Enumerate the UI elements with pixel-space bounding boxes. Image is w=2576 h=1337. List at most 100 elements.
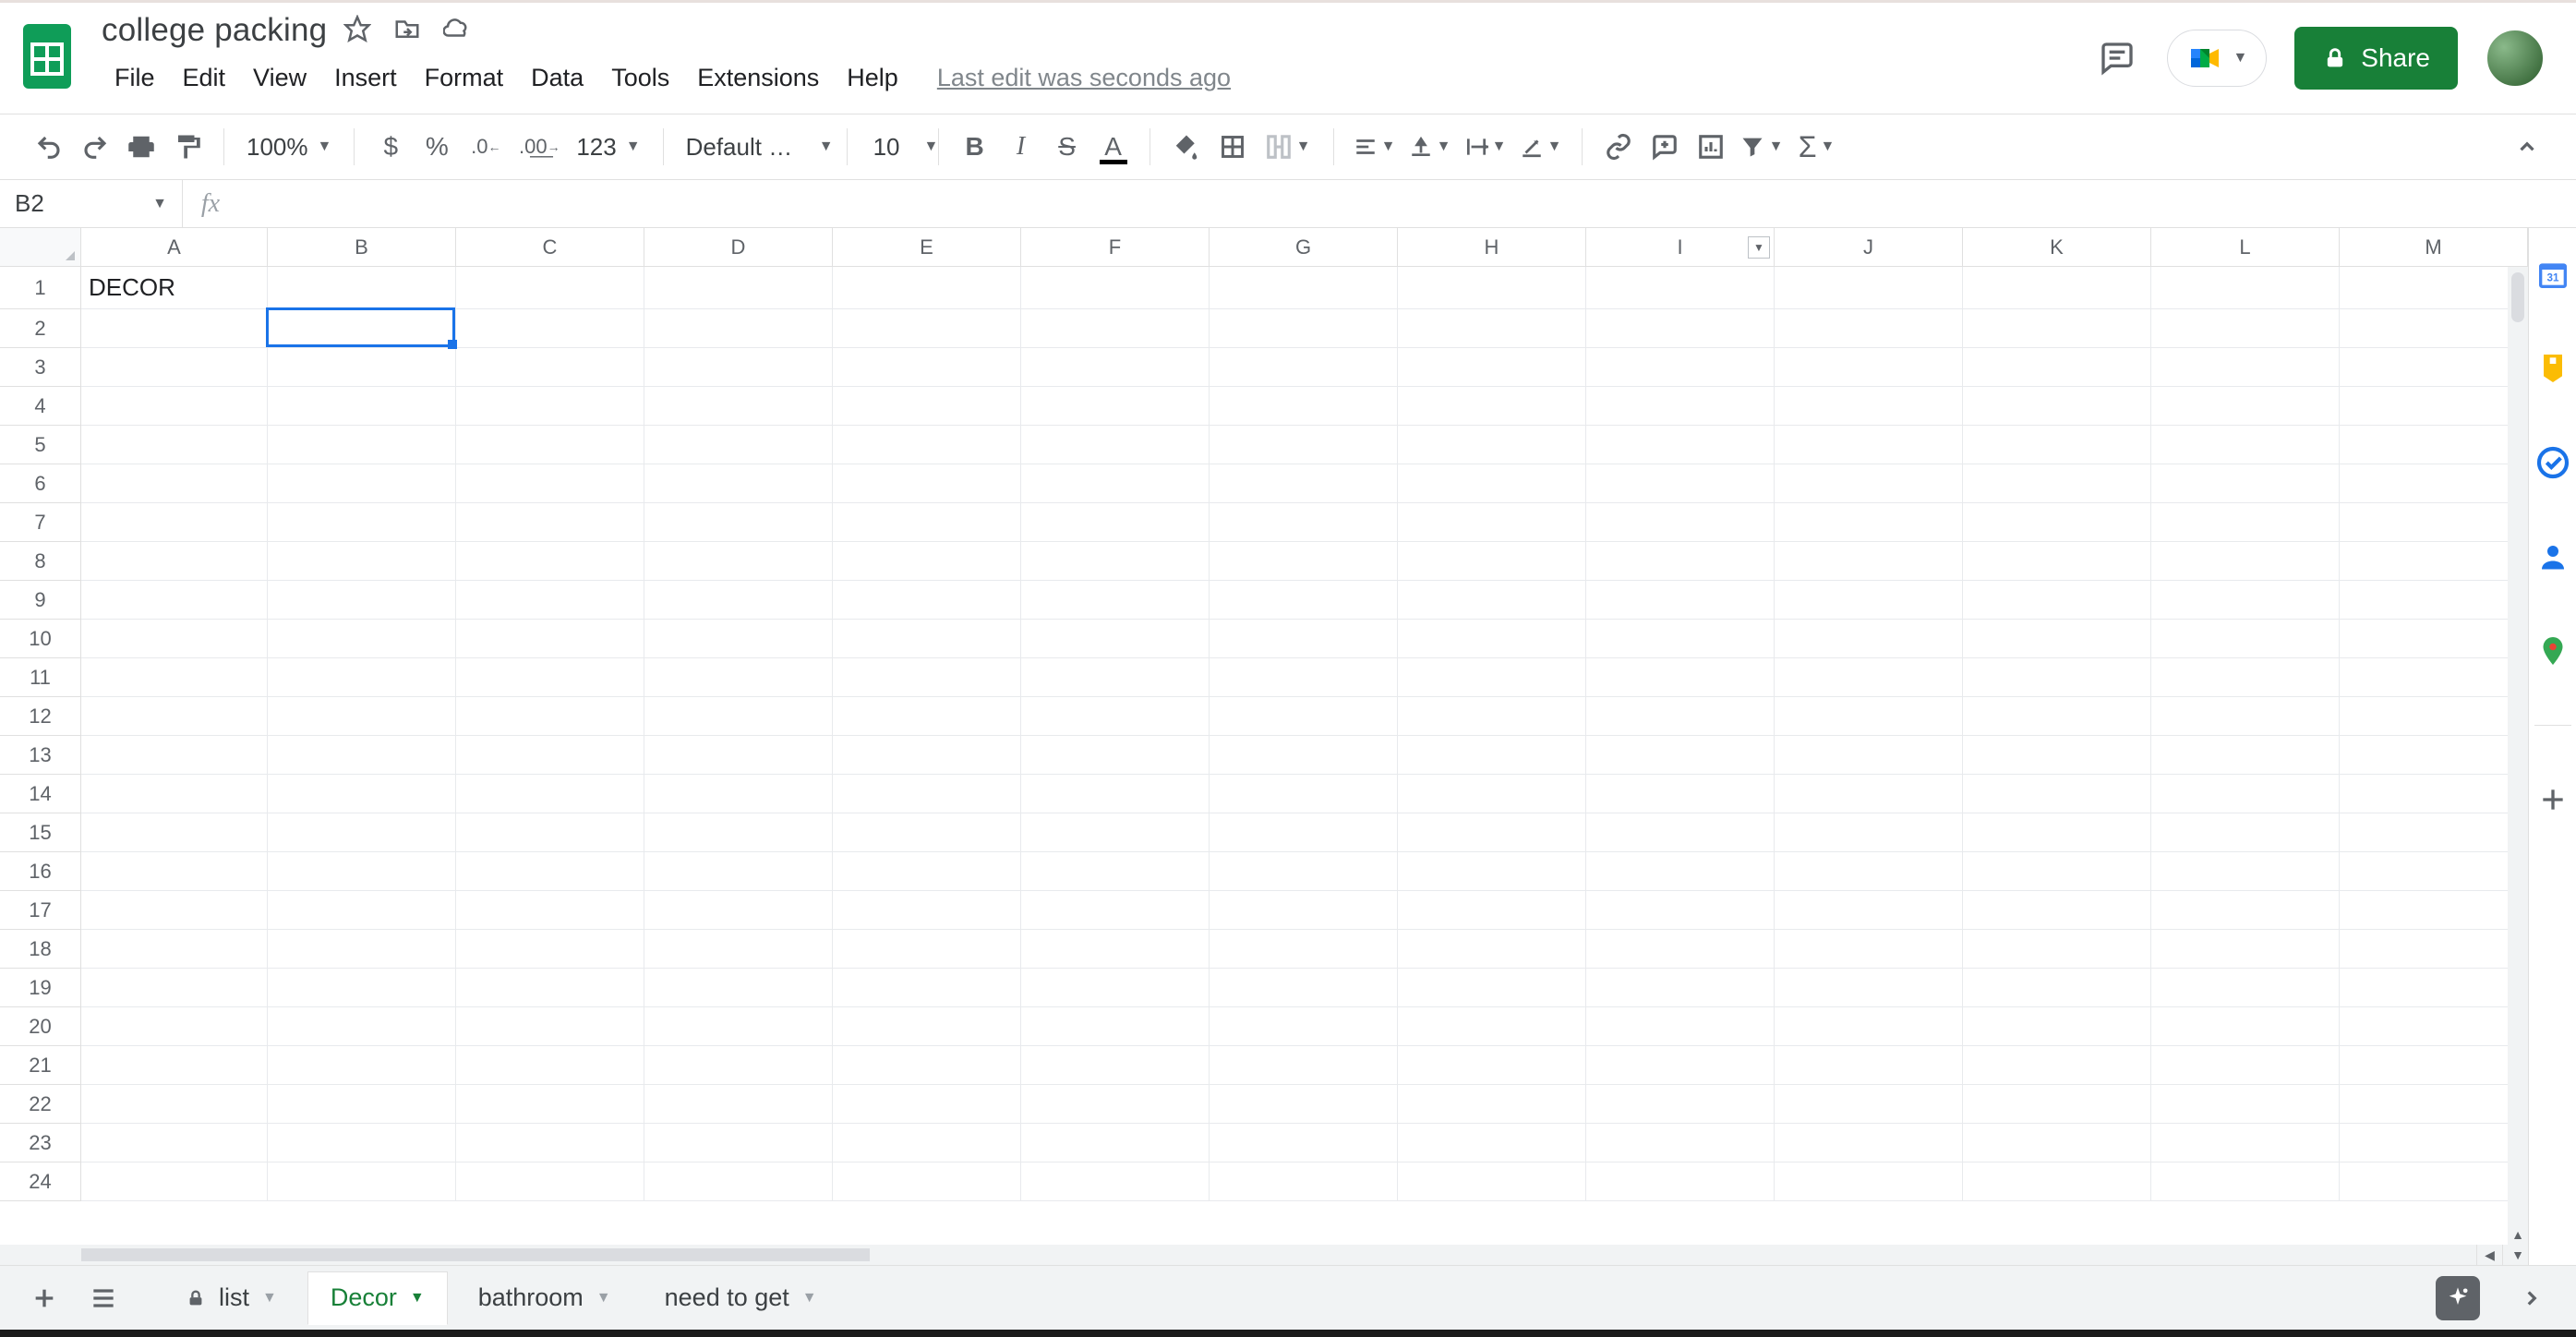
cell[interactable] [1210,852,1398,891]
cell[interactable] [456,852,644,891]
cell[interactable] [1775,620,1963,658]
cell[interactable] [1586,503,1775,542]
cell[interactable] [1963,969,2151,1007]
cell[interactable] [1021,387,1210,426]
cell[interactable] [1586,1162,1775,1201]
cell[interactable] [1398,1046,1586,1085]
cell[interactable] [1021,426,1210,464]
cell[interactable] [833,1007,1021,1046]
cell[interactable] [1021,1085,1210,1124]
cell[interactable] [1021,309,1210,348]
cell[interactable] [456,503,644,542]
cell[interactable] [268,581,456,620]
cell[interactable] [1586,1124,1775,1162]
cell[interactable] [833,503,1021,542]
row-header[interactable]: 1 [0,267,81,309]
cell[interactable] [1021,775,1210,813]
cell[interactable] [1021,658,1210,697]
column-header[interactable]: F [1021,228,1210,266]
cell[interactable] [1586,697,1775,736]
cell[interactable] [81,348,268,387]
text-color-button[interactable]: A [1090,124,1137,170]
cell[interactable] [2340,542,2528,581]
format-currency-button[interactable]: $ [367,124,414,170]
menu-tools[interactable]: Tools [598,58,682,98]
cell[interactable] [456,267,644,309]
cell[interactable] [1398,620,1586,658]
cell[interactable] [268,1046,456,1085]
row-header[interactable]: 9 [0,581,81,620]
cell[interactable] [268,775,456,813]
cell[interactable] [2340,1046,2528,1085]
cell[interactable] [1398,658,1586,697]
column-header[interactable]: M [2340,228,2528,266]
move-icon[interactable] [393,15,421,47]
cell[interactable] [268,309,456,348]
cell[interactable] [1210,969,1398,1007]
cell[interactable] [1775,464,1963,503]
cell[interactable] [1210,464,1398,503]
row-header[interactable]: 11 [0,658,81,697]
strikethrough-button[interactable]: S [1044,124,1090,170]
cell[interactable] [833,348,1021,387]
cell[interactable] [1210,1085,1398,1124]
cell[interactable] [1021,1124,1210,1162]
cell[interactable] [1963,891,2151,930]
column-dropdown-icon[interactable]: ▼ [1748,236,1770,259]
cell[interactable] [644,1046,833,1085]
cell[interactable] [1210,1007,1398,1046]
cell[interactable] [1963,503,2151,542]
row-header[interactable]: 15 [0,813,81,852]
cell[interactable] [833,426,1021,464]
cell[interactable] [81,813,268,852]
cell[interactable] [1210,891,1398,930]
cell[interactable] [2151,1085,2340,1124]
sheet-tab-bathroom[interactable]: bathroom ▼ [455,1271,634,1325]
cell[interactable] [1398,1124,1586,1162]
cell[interactable] [1021,348,1210,387]
row-header[interactable]: 5 [0,426,81,464]
cell[interactable] [833,1124,1021,1162]
increase-decimal-button[interactable]: .0̲0̲→ [512,124,567,170]
cell[interactable] [833,658,1021,697]
cell[interactable] [268,852,456,891]
cell[interactable] [2340,1162,2528,1201]
row-header[interactable]: 23 [0,1124,81,1162]
cell[interactable] [2151,620,2340,658]
cell[interactable] [1398,348,1586,387]
cell[interactable] [833,930,1021,969]
cell[interactable] [1586,620,1775,658]
row-header[interactable]: 19 [0,969,81,1007]
cell[interactable] [268,1007,456,1046]
cell[interactable] [1775,348,1963,387]
scroll-left-icon[interactable]: ◀ [2476,1245,2502,1265]
row-header[interactable]: 22 [0,1085,81,1124]
insert-chart-button[interactable] [1688,124,1734,170]
column-header[interactable]: J [1775,228,1963,266]
cell[interactable] [1775,775,1963,813]
cell[interactable] [1210,697,1398,736]
column-header[interactable]: B [268,228,456,266]
cell[interactable] [644,348,833,387]
cell[interactable] [2151,542,2340,581]
cell[interactable] [1775,736,1963,775]
cell[interactable] [1021,1046,1210,1085]
cell[interactable] [833,1162,1021,1201]
font-family-select[interactable]: Default (Ari...▼ [677,133,834,162]
cell[interactable] [1775,930,1963,969]
formula-bar-input[interactable] [238,180,2576,227]
filter-button[interactable]: ▼ [1734,124,1789,170]
cell[interactable] [456,736,644,775]
cell[interactable] [644,620,833,658]
cell[interactable] [1210,542,1398,581]
cell[interactable] [268,736,456,775]
row-header[interactable]: 13 [0,736,81,775]
cell[interactable] [1398,1085,1586,1124]
cell[interactable] [2151,697,2340,736]
column-header[interactable]: G [1210,228,1398,266]
column-header[interactable]: E [833,228,1021,266]
cell[interactable] [1021,1007,1210,1046]
cell[interactable] [1398,387,1586,426]
menu-format[interactable]: Format [412,58,517,98]
cell[interactable] [81,542,268,581]
